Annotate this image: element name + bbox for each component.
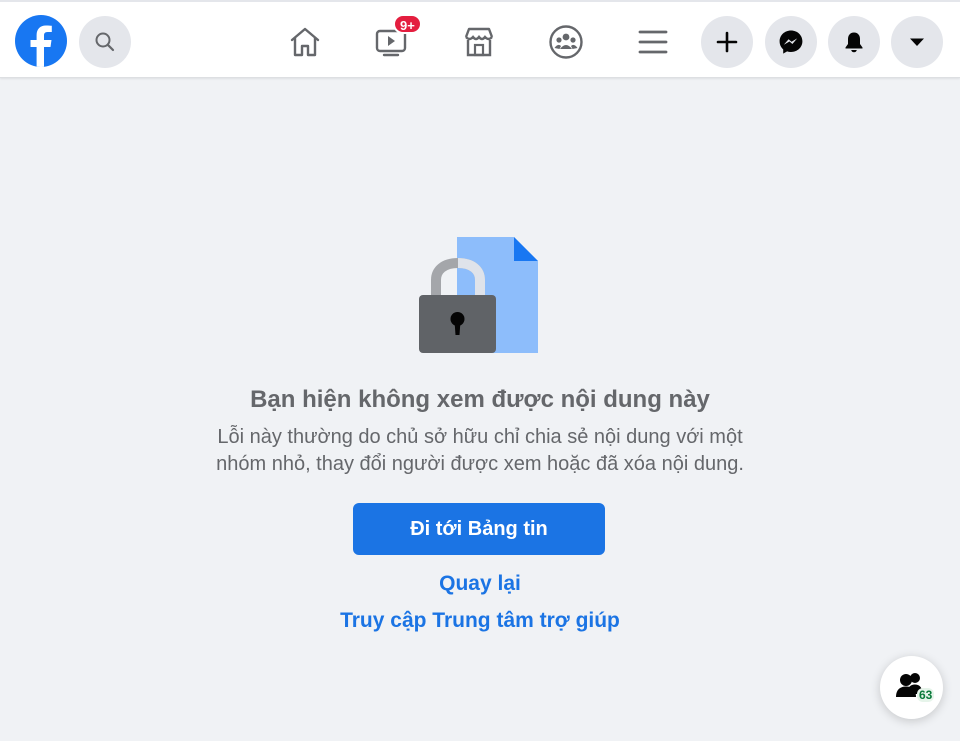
search-button[interactable] — [79, 16, 131, 68]
nav-menu[interactable] — [625, 14, 681, 70]
error-description: Lỗi này thường do chủ sở hữu chỉ chia sẻ… — [160, 424, 800, 478]
messenger-button[interactable] — [765, 16, 817, 68]
error-description-line-2: nhóm nhỏ, thay đổi người được xem hoặc đ… — [216, 453, 744, 475]
nav-marketplace[interactable] — [451, 14, 507, 70]
nav-home[interactable] — [277, 14, 333, 70]
error-description-line-1: Lỗi này thường do chủ sở hữu chỉ chia sẻ… — [217, 426, 743, 448]
go-to-news-feed-button[interactable]: Đi tới Bảng tin — [353, 503, 605, 555]
top-navigation-bar: 9+ — [0, 0, 960, 78]
contacts-people-icon — [896, 673, 922, 697]
locked-file-illustration — [419, 237, 538, 353]
help-center-link[interactable]: Truy cập Trung tâm trợ giúp — [340, 609, 620, 632]
bell-icon — [845, 32, 863, 53]
facebook-logo-icon[interactable] — [15, 15, 67, 67]
content-unavailable-panel: Bạn hiện không xem được nội dung này Lỗi… — [0, 78, 960, 741]
go-back-link-row: Quay lại — [0, 572, 960, 596]
search-icon — [95, 32, 115, 52]
nav-watch[interactable]: 9+ — [363, 14, 422, 70]
menu-hamburger-icon — [638, 30, 668, 54]
help-center-link-row: Truy cập Trung tâm trợ giúp — [0, 609, 960, 633]
caret-down-icon — [910, 38, 924, 46]
marketplace-store-icon — [464, 27, 494, 57]
contacts-online-count: 63 — [917, 688, 935, 702]
plus-icon — [716, 31, 738, 53]
error-title: Bạn hiện không xem được nội dung này — [250, 386, 710, 413]
groups-icon — [549, 25, 583, 59]
create-button[interactable] — [701, 16, 753, 68]
account-menu-button[interactable] — [891, 16, 943, 68]
messenger-icon — [779, 30, 803, 54]
contacts-button[interactable]: 63 — [880, 656, 943, 719]
go-back-link[interactable]: Quay lại — [439, 572, 521, 595]
home-icon — [290, 27, 320, 57]
watch-notification-badge: 9+ — [393, 14, 422, 34]
nav-groups[interactable] — [538, 14, 594, 70]
notifications-button[interactable] — [828, 16, 880, 68]
